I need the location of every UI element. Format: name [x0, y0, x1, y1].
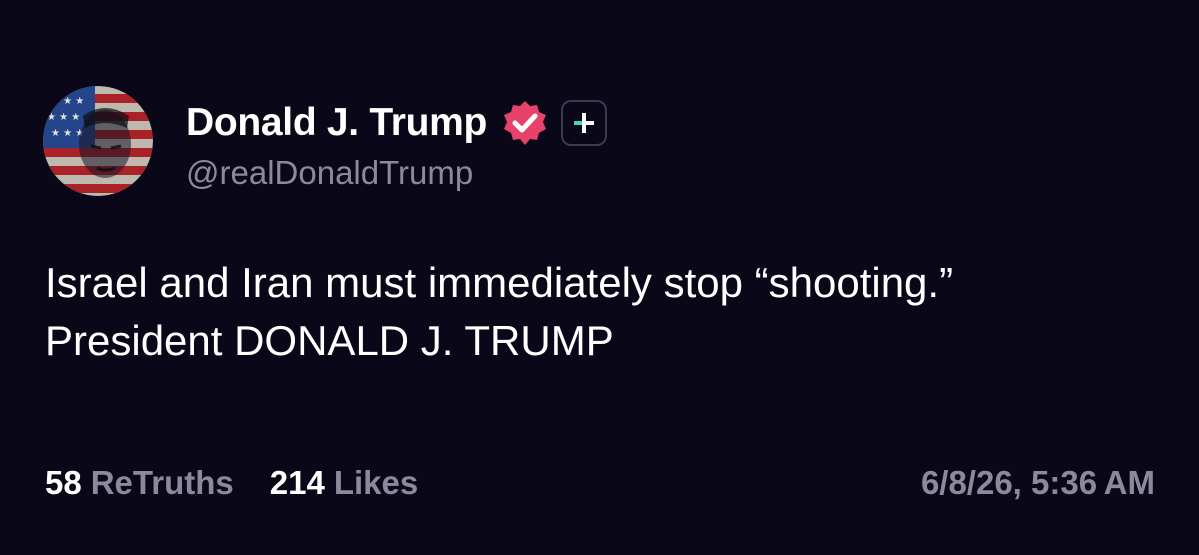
verified-badge-icon — [501, 99, 549, 147]
plus-badge-icon[interactable] — [561, 100, 608, 146]
author-name-row: Donald J. Trump — [186, 98, 608, 148]
post-timestamp[interactable]: 6/8/26, 5:36 AM — [921, 464, 1155, 502]
flag-portrait-avatar-icon: ★ ★ ★ ★ ★ ★ ★ ★ ★ — [43, 86, 153, 196]
likes-stat[interactable]: 214 Likes — [270, 464, 418, 502]
author-handle[interactable]: @realDonaldTrump — [186, 154, 473, 192]
post-stats: 58 ReTruths 214 Likes — [45, 464, 418, 502]
post-body: Israel and Iran must immediately stop “s… — [45, 254, 1155, 370]
author-avatar[interactable]: ★ ★ ★ ★ ★ ★ ★ ★ ★ — [43, 86, 153, 196]
retruths-stat[interactable]: 58 ReTruths — [45, 464, 234, 502]
post-line: President DONALD J. TRUMP — [45, 317, 614, 364]
post-line: Israel and Iran must immediately stop “s… — [45, 259, 954, 306]
post-card: ★ ★ ★ ★ ★ ★ ★ ★ ★ Donald J. Trump @realD… — [0, 0, 1199, 555]
likes-label: Likes — [333, 464, 419, 501]
likes-count: 214 — [269, 464, 325, 501]
retruths-label: ReTruths — [90, 464, 234, 501]
author-display-name[interactable]: Donald J. Trump — [186, 101, 487, 145]
retruths-count: 58 — [45, 464, 82, 501]
